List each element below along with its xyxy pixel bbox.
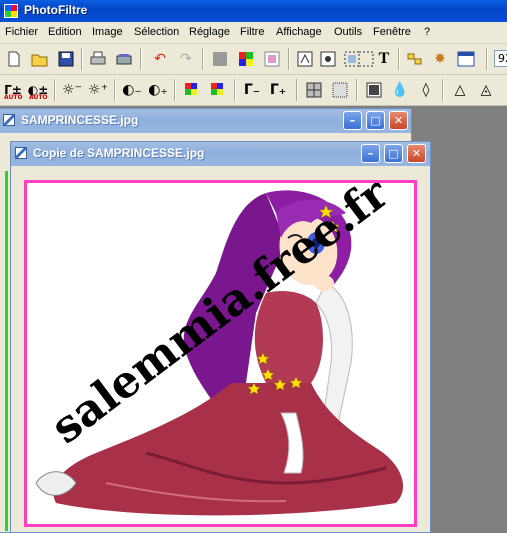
window-titlebar[interactable]: SAMPRINCESSE.jpg – □ ✕ (0, 109, 411, 133)
menu-outils[interactable]: Outils (334, 26, 362, 38)
plugins-icon[interactable]: ✸ (430, 49, 450, 69)
brightness-plus-icon[interactable]: ☼⁺ (88, 80, 108, 100)
image-size-icon[interactable] (295, 49, 315, 69)
brightness-minus-icon[interactable]: ☼⁻ (62, 80, 82, 100)
menu-bar: Fichier Edition Image Sélection Réglage … (0, 22, 507, 44)
saturation-plus-icon[interactable] (208, 80, 228, 100)
explorer-icon[interactable] (405, 49, 425, 69)
document-icon (15, 147, 27, 159)
color-palette-icon[interactable] (236, 49, 256, 69)
menu-reglage[interactable]: Réglage (189, 26, 230, 38)
grid-filter-icon[interactable] (304, 80, 324, 100)
menu-filtre[interactable]: Filtre (240, 26, 264, 38)
minimize-button[interactable]: – (361, 144, 380, 163)
menu-image[interactable]: Image (92, 26, 123, 38)
preferences-window-icon[interactable] (456, 49, 476, 69)
auto-levels-icon[interactable]: Γ± AUTO (3, 80, 23, 101)
menu-edition[interactable]: Edition (48, 26, 82, 38)
window-titlebar[interactable]: Copie de SAMPRINCESSE.jpg – □ ✕ (11, 142, 430, 166)
undo-icon[interactable]: ↶ (150, 49, 170, 69)
text-tool-icon[interactable]: T (374, 49, 394, 69)
menu-fenetre[interactable]: Fenêtre (373, 26, 411, 38)
princess-illustration: salemmia.free.fr (26, 183, 414, 521)
document-icon (3, 114, 15, 126)
redo-icon[interactable]: ↷ (176, 49, 196, 69)
app-title: PhotoFiltre (24, 3, 88, 17)
window-title: SAMPRINCESSE.jpg (21, 113, 139, 127)
menu-help[interactable]: ? (424, 26, 430, 38)
dither-filter-icon[interactable] (330, 80, 350, 100)
open-folder-icon[interactable] (30, 49, 50, 69)
close-button[interactable]: ✕ (389, 111, 408, 130)
contrast-minus-icon[interactable]: ◐₋ (122, 80, 142, 100)
maximize-button[interactable]: □ (366, 111, 385, 130)
menu-selection[interactable]: Sélection (134, 26, 179, 38)
new-file-icon[interactable] (4, 49, 24, 69)
menu-fichier[interactable]: Fichier (5, 26, 38, 38)
scanner-icon[interactable] (114, 49, 134, 69)
gamma-minus-icon[interactable]: Γ₋ (242, 80, 262, 100)
grayscale-icon[interactable] (210, 49, 230, 69)
save-disk-icon[interactable] (56, 49, 76, 69)
blur-drop-icon[interactable]: 💧 (390, 80, 410, 100)
contrast-plus-icon[interactable]: ◐₊ (148, 80, 168, 100)
gamma-plus-icon[interactable]: Γ₊ (268, 80, 288, 100)
saturation-minus-icon[interactable] (182, 80, 202, 100)
menu-affichage[interactable]: Affichage (276, 26, 322, 38)
sharpen-drop-icon[interactable]: ◊ (416, 80, 436, 100)
print-icon[interactable] (88, 49, 108, 69)
window-title: Copie de SAMPRINCESSE.jpg (33, 146, 205, 160)
app-titlebar[interactable]: PhotoFiltre (0, 0, 507, 22)
back-canvas-edge (5, 171, 8, 531)
auto-contrast-icon[interactable]: ◐± AUTO (28, 80, 49, 101)
emboss-filter-icon[interactable] (364, 80, 384, 100)
crop-icon[interactable] (356, 49, 376, 69)
photofiltre-logo-icon (4, 4, 18, 18)
main-toolbar: ↶ ↷ T ✸ 92 (0, 44, 507, 75)
transparent-color-icon[interactable] (262, 49, 282, 69)
close-button[interactable]: ✕ (407, 144, 426, 163)
minimize-button[interactable]: – (343, 111, 362, 130)
zoom-combo[interactable]: 92 (494, 50, 507, 67)
canvas-size-icon[interactable] (318, 49, 338, 69)
filter-toolbar: Γ± AUTO ◐± AUTO ☼⁻ ☼⁺ ◐₋ ◐₊ Γ₋ Γ₊ 💧 ◊ △ ◬ (0, 75, 507, 106)
triangle-outline-icon[interactable]: ◬ (476, 80, 496, 100)
triangle-filter-icon[interactable]: △ (450, 80, 470, 100)
maximize-button[interactable]: □ (384, 144, 403, 163)
